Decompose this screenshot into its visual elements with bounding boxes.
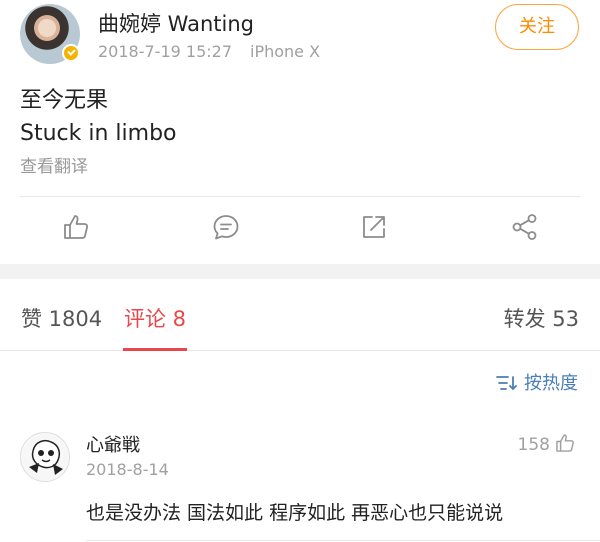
comment-avatar[interactable] (20, 432, 70, 482)
translate-link[interactable]: 查看翻译 (20, 152, 88, 177)
divider (20, 196, 580, 197)
forward-icon[interactable] (510, 212, 540, 242)
comment-icon[interactable] (211, 212, 241, 242)
share-icon[interactable] (359, 212, 389, 242)
user-avatar[interactable] (20, 4, 80, 64)
comment-text: 也是没办法 国法如此 程序如此 再恶心也只能说说 (86, 502, 504, 524)
post-timestamp: 2018-7-19 15:27 (98, 42, 232, 61)
post-text-line-2: Stuck in limbo (20, 121, 177, 146)
follow-button[interactable]: 关注 (495, 4, 579, 50)
post-body: 至今无果 Stuck in limbo (20, 84, 177, 150)
verified-badge-icon (62, 44, 80, 62)
thumbs-up-icon (556, 434, 574, 452)
sort-by-hot-button[interactable]: 按热度 (496, 369, 578, 395)
comment-like-count: 158 (517, 435, 550, 455)
comment-date: 2018-8-14 (86, 460, 169, 479)
post-meta: 2018-7-19 15:27 iPhone X (98, 42, 320, 61)
tab-comments[interactable]: 评论 8 (124, 303, 186, 333)
post-device: iPhone X (250, 42, 321, 61)
sort-icon (496, 375, 518, 391)
tab-reposts[interactable]: 转发 53 (504, 303, 579, 333)
divider (86, 540, 600, 541)
comment-username[interactable]: 心爺戦 (86, 431, 140, 457)
interaction-tabs: 赞 1804 评论 8 转发 53 (0, 279, 600, 351)
section-gap (0, 264, 600, 279)
like-icon[interactable] (61, 212, 91, 242)
active-tab-indicator (123, 348, 187, 351)
post-username[interactable]: 曲婉婷 Wanting (98, 8, 254, 38)
weibo-post: 曲婉婷 Wanting 2018-7-19 15:27 iPhone X 关注 至… (0, 0, 600, 264)
comment-like-button[interactable]: 158 (518, 432, 576, 455)
sort-label: 按热度 (524, 373, 578, 394)
tab-likes[interactable]: 赞 1804 (21, 303, 102, 333)
post-text-line-1: 至今无果 (20, 88, 109, 113)
